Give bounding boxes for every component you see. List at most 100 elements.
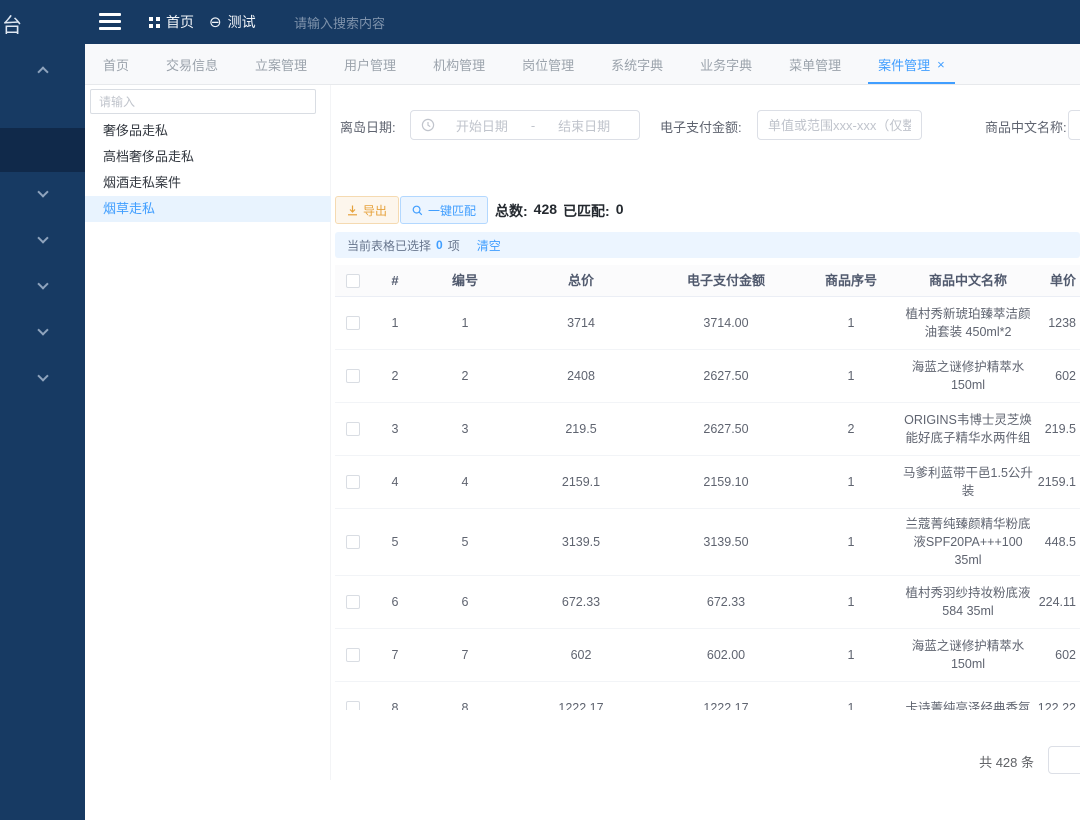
cell-epay: 2627.50 xyxy=(703,420,748,438)
export-button[interactable]: 导出 xyxy=(335,196,399,224)
row-checkbox[interactable] xyxy=(346,422,360,436)
cell-total: 2408 xyxy=(567,367,595,385)
cell-total: 1222.17 xyxy=(558,699,603,710)
column-header: 商品中文名称 xyxy=(929,272,1007,290)
sidebar-group-2[interactable] xyxy=(0,175,85,211)
matched-label: 已匹配: xyxy=(563,201,610,221)
tab-交易信息[interactable]: 交易信息 xyxy=(166,44,218,84)
table-header-row: #编号总价电子支付金额商品序号商品中文名称单价 xyxy=(335,265,1080,297)
epay-filter-label: 电子支付金额: xyxy=(660,117,742,136)
tab-label: 岗位管理 xyxy=(522,55,574,74)
cell-item_seq: 2 xyxy=(848,420,855,438)
header-checkbox[interactable] xyxy=(346,274,360,288)
cell-name: 海蓝之谜修护精萃水 150ml xyxy=(901,637,1035,673)
date-separator: - xyxy=(527,118,539,133)
row-checkbox[interactable] xyxy=(346,369,360,383)
date-end-placeholder[interactable]: 结束日期 xyxy=(539,116,629,135)
sidebar-group-3[interactable] xyxy=(0,221,85,257)
row-checkbox[interactable] xyxy=(346,595,360,609)
cell-total: 602 xyxy=(571,646,592,664)
cell-epay: 2627.50 xyxy=(703,367,748,385)
cell-epay: 1222.17 xyxy=(703,699,748,710)
cell-seq: 1 xyxy=(392,314,399,332)
cell-item_seq: 1 xyxy=(848,367,855,385)
case-type-item[interactable]: 奢侈品走私 xyxy=(85,118,331,144)
cell-name: 植村秀新琥珀臻萃洁颜油套装 450ml*2 xyxy=(901,305,1035,341)
cell-seq: 4 xyxy=(392,473,399,491)
tab-立案管理[interactable]: 立案管理 xyxy=(255,44,307,84)
cell-item_seq: 1 xyxy=(848,533,855,551)
cell-seq: 5 xyxy=(392,533,399,551)
sidebar-group-5[interactable] xyxy=(0,313,85,349)
tab-用户管理[interactable]: 用户管理 xyxy=(344,44,396,84)
row-checkbox[interactable] xyxy=(346,316,360,330)
case-type-item[interactable]: 烟草走私 xyxy=(85,196,331,222)
cell-item_seq: 1 xyxy=(848,699,855,710)
table-row: 33219.52627.502ORIGINS韦博士灵芝焕能好底子精华水两件组21… xyxy=(335,403,1080,456)
date-filter-label: 离岛日期: xyxy=(340,117,396,136)
cell-unit_price: 1238 xyxy=(1048,314,1080,332)
table-row: 442159.12159.101马爹利蓝带干邑1.5公升装2159.1 xyxy=(335,456,1080,509)
product-name-filter-label: 商品中文名称: xyxy=(985,117,1067,136)
tab-label: 交易信息 xyxy=(166,55,218,74)
selection-count: 0 xyxy=(436,238,443,252)
tab-label: 机构管理 xyxy=(433,55,485,74)
global-search-input[interactable]: 请输入搜索内容 xyxy=(294,0,514,44)
tab-label: 立案管理 xyxy=(255,55,307,74)
table-row: 66672.33672.331植村秀羽纱持妆粉底液 584 35ml224.11 xyxy=(335,576,1080,629)
sidebar-group-6[interactable] xyxy=(0,359,85,395)
grid-icon xyxy=(149,17,160,28)
product-name-filter-input[interactable] xyxy=(1068,110,1080,140)
cell-seq: 6 xyxy=(392,593,399,611)
table-row: 77602602.001海蓝之谜修护精萃水 150ml602 xyxy=(335,629,1080,682)
pagination-control[interactable] xyxy=(1048,746,1080,774)
tab-案件管理[interactable]: 案件管理× xyxy=(878,44,945,84)
selection-info-bar: 当前表格已选择 0 项 清空 xyxy=(335,232,1080,258)
hamburger-icon[interactable] xyxy=(99,13,121,30)
clear-selection-link[interactable]: 清空 xyxy=(477,237,501,254)
cell-epay: 3714.00 xyxy=(703,314,748,332)
cell-code: 4 xyxy=(462,473,469,491)
topnav-home[interactable]: 首页 xyxy=(149,0,194,44)
cell-unit_price: 2159.1 xyxy=(1038,473,1080,491)
table-row: 881222.171222.171卡诗菁纯亮泽经典香氛122.22 xyxy=(335,682,1080,710)
tab-label: 业务字典 xyxy=(700,55,752,74)
tab-岗位管理[interactable]: 岗位管理 xyxy=(522,44,574,84)
tab-首页[interactable]: 首页 xyxy=(103,44,129,84)
selection-unit: 项 xyxy=(448,237,460,254)
topnav-test[interactable]: ⊖ 测试 xyxy=(209,0,256,44)
date-start-placeholder[interactable]: 开始日期 xyxy=(437,116,527,135)
chevron-down-icon xyxy=(37,186,48,197)
selection-prefix: 当前表格已选择 xyxy=(347,237,431,254)
row-checkbox[interactable] xyxy=(346,535,360,549)
one-key-match-button[interactable]: 一键匹配 xyxy=(400,196,488,224)
sidebar-item-selected[interactable] xyxy=(0,128,85,172)
clock-icon xyxy=(421,118,435,132)
row-checkbox[interactable] xyxy=(346,701,360,710)
epay-filter-input[interactable] xyxy=(757,110,922,140)
cell-name: 海蓝之谜修护精萃水 150ml xyxy=(901,358,1035,394)
close-icon[interactable]: × xyxy=(937,58,945,71)
tab-label: 菜单管理 xyxy=(789,55,841,74)
date-range-picker[interactable]: 开始日期 - 结束日期 xyxy=(410,110,640,140)
table-row: 553139.53139.501兰蔻菁纯臻颜精华粉底液SPF20PA+++100… xyxy=(335,509,1080,576)
cell-code: 6 xyxy=(462,593,469,611)
export-button-label: 导出 xyxy=(363,202,387,219)
tab-菜单管理[interactable]: 菜单管理 xyxy=(789,44,841,84)
cell-code: 1 xyxy=(462,314,469,332)
cell-item_seq: 1 xyxy=(848,646,855,664)
case-type-item[interactable]: 烟酒走私案件 xyxy=(85,170,331,196)
case-type-item[interactable]: 高档奢侈品走私 xyxy=(85,144,331,170)
sidebar-group-4[interactable] xyxy=(0,267,85,303)
case-type-search-input[interactable] xyxy=(90,89,316,114)
tab-机构管理[interactable]: 机构管理 xyxy=(433,44,485,84)
tab-系统字典[interactable]: 系统字典 xyxy=(611,44,663,84)
row-checkbox[interactable] xyxy=(346,648,360,662)
cell-unit_price: 602 xyxy=(1055,646,1080,664)
total-label: 总数: xyxy=(495,201,528,221)
row-checkbox[interactable] xyxy=(346,475,360,489)
sidebar-group-0[interactable] xyxy=(0,52,85,88)
tab-业务字典[interactable]: 业务字典 xyxy=(700,44,752,84)
topnav-test-label: 测试 xyxy=(228,12,256,32)
chevron-up-icon xyxy=(37,66,48,77)
